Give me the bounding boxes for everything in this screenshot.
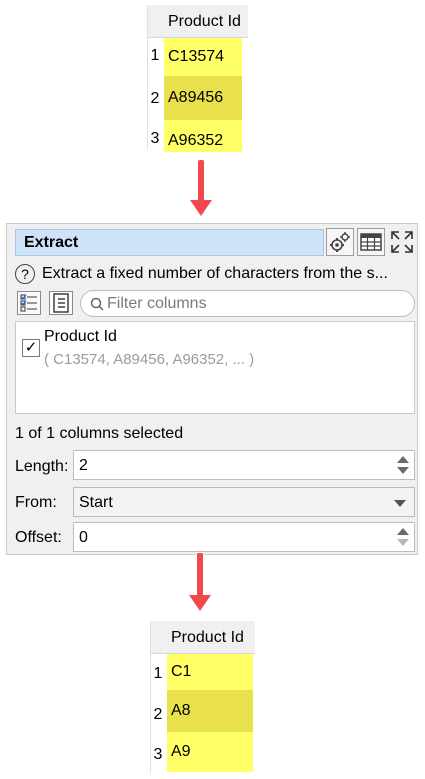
- column-checkbox[interactable]: ✓: [22, 339, 40, 357]
- table-icon: [360, 233, 382, 251]
- filter-placeholder: Filter columns: [107, 295, 207, 312]
- table-view-button[interactable]: [357, 228, 385, 256]
- row-number: 1: [150, 47, 160, 64]
- table-cell[interactable]: A9: [167, 732, 253, 772]
- row-number: 3: [153, 746, 163, 763]
- offset-spinbox[interactable]: 0: [73, 522, 415, 552]
- increment-arrow[interactable]: [397, 456, 409, 463]
- table-cell[interactable]: C13574: [164, 38, 242, 76]
- list-view-button[interactable]: [49, 291, 73, 315]
- from-value: Start: [79, 494, 113, 511]
- row-number: 2: [153, 706, 163, 723]
- input-table-header[interactable]: Product Id: [148, 5, 248, 38]
- length-value: 2: [79, 457, 88, 474]
- table-cell[interactable]: A8: [167, 690, 253, 732]
- select-all-button[interactable]: [17, 291, 41, 315]
- down-arrow-icon: [189, 553, 211, 613]
- selection-count: 1 of 1 columns selected: [15, 425, 184, 442]
- row-number: 1: [153, 665, 163, 682]
- list-icon: [53, 293, 69, 313]
- extract-transform-panel: Extract ? Extract a fixed number of char…: [6, 223, 418, 555]
- row-number: 3: [150, 130, 160, 147]
- column-name[interactable]: Product Id: [44, 328, 117, 346]
- search-icon: [90, 297, 104, 311]
- column-list: ✓ Product Id ( C13574, A89456, A96352, .…: [15, 321, 415, 414]
- transform-title-field[interactable]: Extract: [15, 229, 324, 256]
- chevron-down-icon: [394, 500, 406, 507]
- help-row: ? Extract a fixed number of characters f…: [15, 264, 415, 286]
- input-table: Product Id 1 C13574 2 A89456 3 A96352: [147, 5, 248, 152]
- maximize-button[interactable]: [388, 228, 416, 256]
- table-cell[interactable]: A89456: [164, 76, 242, 120]
- increment-arrow[interactable]: [397, 528, 409, 535]
- from-label: From:: [15, 494, 57, 511]
- down-arrow-icon: [190, 160, 212, 216]
- decrement-arrow[interactable]: [397, 467, 409, 474]
- filter-columns-input[interactable]: Filter columns: [80, 290, 415, 317]
- table-cell[interactable]: C1: [167, 654, 253, 690]
- offset-label: Offset:: [15, 529, 62, 546]
- column-header: Product Id: [171, 629, 244, 646]
- length-label: Length:: [15, 458, 69, 475]
- decrement-arrow[interactable]: [397, 539, 409, 546]
- table-cell[interactable]: A96352: [164, 120, 242, 152]
- help-text: Extract a fixed number of characters fro…: [42, 265, 388, 282]
- offset-value: 0: [79, 529, 88, 546]
- gear-icon: [330, 232, 350, 252]
- column-header: Product Id: [168, 13, 241, 30]
- row-number: 2: [150, 90, 160, 107]
- options-button[interactable]: [326, 228, 354, 256]
- output-table-header[interactable]: Product Id: [151, 621, 255, 654]
- output-table: Product Id 1 C1 2 A8 3 A9: [150, 621, 255, 773]
- column-sample-values: ( C13574, A89456, A96352, ... ): [44, 351, 255, 368]
- checklist-icon: [20, 294, 37, 312]
- expand-icon: [391, 231, 413, 253]
- help-icon[interactable]: ?: [15, 264, 35, 284]
- length-spinbox[interactable]: 2: [73, 450, 415, 480]
- from-dropdown[interactable]: Start: [73, 487, 415, 517]
